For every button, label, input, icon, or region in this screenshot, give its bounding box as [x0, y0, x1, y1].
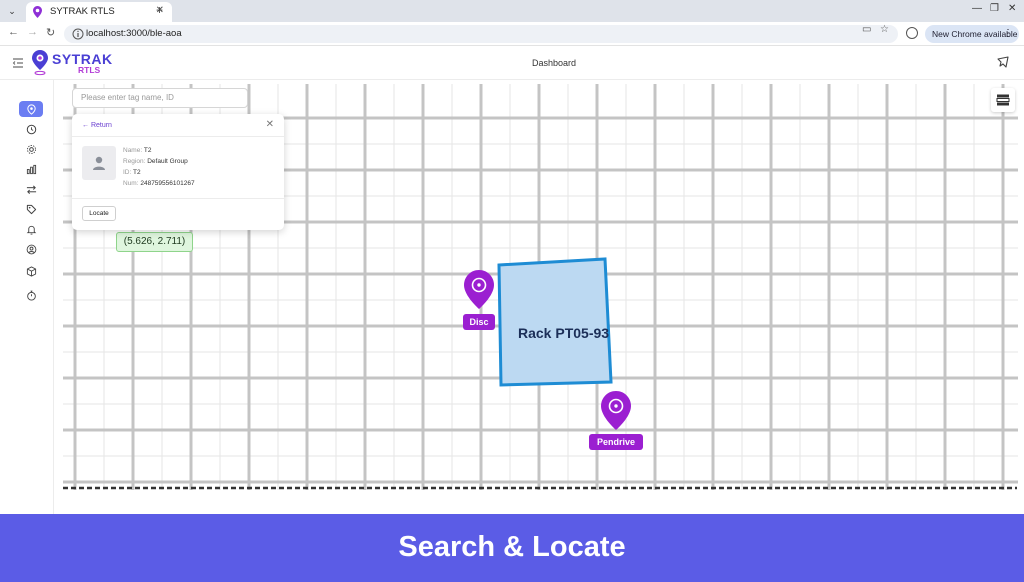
tag-label-disc[interactable]: Disc — [463, 314, 495, 330]
coordinate-badge: (5.626, 2.711) — [116, 232, 193, 252]
info-row-num: Num: 248759556101267 — [123, 180, 195, 187]
layer-toggle-button[interactable] — [991, 88, 1015, 112]
tag-pin-pendrive[interactable] — [601, 391, 631, 430]
banner-title: Search & Locate — [398, 531, 626, 563]
tag-info-card: ← Return ✕ Name: T2 Region: Default Grou… — [72, 114, 284, 230]
divider — [72, 136, 284, 137]
layers-icon — [996, 94, 1010, 106]
info-row-id: ID: T2 — [123, 169, 141, 176]
rack-label: Rack PT05-93 — [518, 325, 610, 341]
locate-button[interactable]: Locate — [82, 206, 116, 221]
tag-pin-disc[interactable] — [464, 270, 494, 309]
divider — [72, 198, 284, 199]
user-placeholder-icon — [93, 156, 105, 170]
tag-label-pendrive[interactable]: Pendrive — [589, 434, 643, 450]
close-icon[interactable]: ✕ — [266, 119, 274, 130]
info-row-name: Name: T2 — [123, 147, 152, 154]
return-link[interactable]: ← Return — [82, 122, 112, 129]
info-row-region: Region: Default Group — [123, 158, 188, 165]
avatar — [82, 146, 116, 180]
tag-search-input[interactable]: Please enter tag name, ID — [72, 88, 248, 108]
rack-zone[interactable] — [497, 257, 613, 387]
feature-banner: Search & Locate — [0, 514, 1024, 582]
